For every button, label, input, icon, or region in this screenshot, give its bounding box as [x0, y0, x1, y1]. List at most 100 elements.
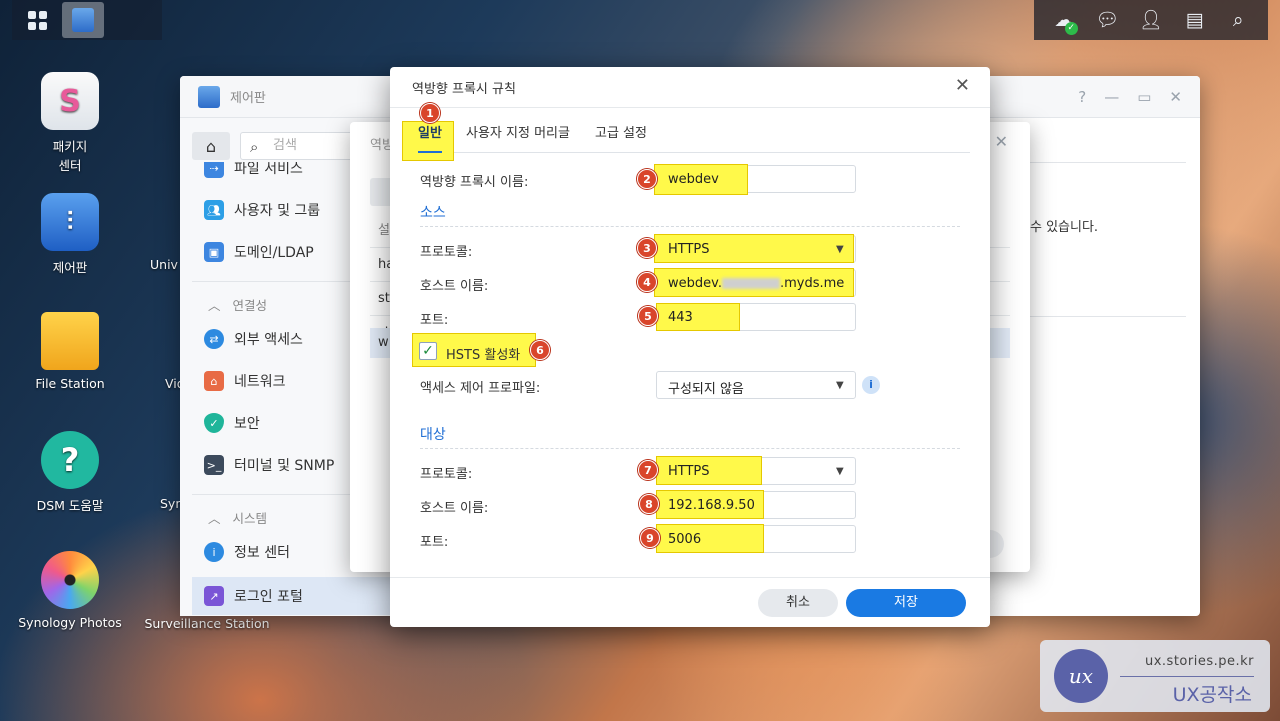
divider [420, 448, 960, 449]
desktop-icon-label: 센터 [58, 158, 82, 173]
minimize-icon[interactable]: — [1104, 88, 1119, 106]
network-icon: ⌂ [204, 371, 224, 391]
divider [1120, 676, 1254, 677]
help-icon[interactable]: ? [1078, 88, 1086, 106]
close-icon[interactable]: ✕ [955, 75, 970, 96]
search-placeholder: 검색 [273, 138, 297, 153]
tab-bar: 일반 사용자 지정 머리글 고급 설정 1 [402, 103, 970, 161]
divider [420, 226, 960, 227]
sidebar-item-label: 보안 [234, 416, 260, 432]
sidebar-item-label: 파일 서비스 [234, 162, 303, 177]
desktop-icon-partial[interactable]: Syn [160, 496, 183, 511]
widgets-icon[interactable]: ▤ [1179, 0, 1211, 40]
desktop-icon-label: 제어판 [52, 260, 88, 275]
tab-custom-header[interactable]: 사용자 지정 머리글 [466, 115, 570, 153]
step-badge: 4 [637, 272, 657, 292]
desktop-icon-surveillance-station[interactable]: Surveillance Station [142, 616, 272, 631]
desktop-icon-partial[interactable]: Univ [150, 257, 180, 272]
desktop-icon-label: Univ [150, 257, 178, 272]
watermark-logo: ux [1054, 649, 1108, 703]
watermark-url: ux.stories.pe.kr [1144, 654, 1254, 669]
sidebar-item-security[interactable]: ✓ 보안 [204, 408, 260, 438]
sidebar-item-label: 사용자 및 그룹 [234, 203, 321, 219]
desktop-icon-label: 패키지 [52, 139, 88, 154]
source-host-label: 호스트 이름: [420, 279, 489, 294]
divider [1030, 316, 1186, 317]
sidebar-item-terminal-snmp[interactable]: >_ 터미널 및 SNMP [204, 450, 334, 480]
chevron-down-icon: ▼ [836, 244, 844, 255]
step-badge: 9 [640, 528, 660, 548]
info-icon: i [204, 542, 224, 562]
section-source: 소스 [420, 205, 446, 221]
step-badge: 2 [637, 169, 657, 189]
search-icon: ⌕ [250, 138, 259, 156]
desktop-icon-control-panel[interactable]: ⫶ 제어판 [15, 193, 125, 276]
sidebar-item-network[interactable]: ⌂ 네트워크 [204, 366, 286, 396]
taskbar-control-panel[interactable] [62, 2, 104, 38]
info-icon[interactable]: i [862, 376, 880, 394]
folder-icon [41, 312, 99, 370]
close-icon[interactable]: ✕ [995, 132, 1008, 151]
sidebar-item-users-groups[interactable]: 👥︎ 사용자 및 그룹 [204, 195, 320, 225]
watermark: ux ux.stories.pe.kr UX공작소 [1040, 640, 1270, 712]
source-port-value: 443 [668, 310, 693, 325]
photos-icon [41, 551, 99, 609]
sidebar-item-label: 네트워크 [234, 374, 286, 390]
sidebar-item-file-services[interactable]: ⇢ 파일 서비스 [204, 162, 303, 178]
cloud-sync-icon[interactable]: ☁ ✓ [1048, 0, 1080, 40]
sidebar-item-external-access[interactable]: ⇄ 외부 액세스 [204, 324, 303, 354]
sidebar-item-label: 외부 액세스 [234, 332, 303, 348]
search-icon[interactable]: ⌕ [1222, 0, 1254, 40]
proxy-name-value: webdev [668, 172, 719, 187]
dest-host-label: 호스트 이름: [420, 501, 489, 516]
desktop-icon-package-center[interactable]: S 패키지 센터 [15, 72, 125, 174]
home-button[interactable]: ⌂ [192, 132, 230, 160]
sidebar-item-label: 도메인/LDAP [234, 245, 314, 261]
sidebar-item-domain-ldap[interactable]: ▣ 도메인/LDAP [204, 237, 314, 267]
sidebar-item-info-center[interactable]: i 정보 센터 [204, 537, 290, 567]
maximize-icon[interactable]: ▭ [1137, 88, 1151, 106]
taskbar-right: ☁ ✓ 💬︎ 👤︎ ▤ ⌕ [1034, 0, 1268, 40]
source-port-label: 포트: [420, 313, 449, 328]
tab-advanced[interactable]: 고급 설정 [595, 115, 647, 153]
desktop-icon-label: Surveillance Station [144, 616, 270, 631]
desktop-icon-dsm-help[interactable]: ? DSM 도움말 [15, 431, 125, 514]
description-text: 수 있습니다. [1030, 220, 1099, 235]
chevron-down-icon: ▼ [836, 466, 844, 477]
check-icon: ✓ [1064, 22, 1078, 35]
source-host-value: webdev. .myds.me [668, 276, 844, 291]
sidebar-section-system[interactable]: ︿ 시스템 [208, 508, 267, 527]
chat-icon[interactable]: 💬︎ [1091, 0, 1123, 40]
save-button[interactable]: 저장 [846, 589, 966, 617]
hsts-checkbox[interactable]: ✓ [419, 342, 437, 360]
redacted-text [721, 278, 780, 289]
close-icon[interactable]: ✕ [1169, 88, 1182, 106]
section-destination: 대상 [420, 427, 446, 443]
reverse-proxy-rule-dialog: 역방향 프록시 규칙 ✕ 일반 사용자 지정 머리글 고급 설정 1 역방향 프… [390, 67, 990, 627]
sidebar-section-connectivity[interactable]: ︿ 연결성 [208, 295, 267, 314]
control-panel-icon: ⫶ [41, 193, 99, 251]
watermark-name: UX공작소 [1172, 684, 1252, 706]
control-panel-icon [72, 8, 94, 32]
check-icon: ✓ [422, 343, 434, 359]
desktop-icon-synology-photos[interactable]: Synology Photos [15, 551, 125, 630]
domain-icon: ▣ [204, 242, 224, 262]
cancel-button[interactable]: 취소 [758, 589, 838, 617]
sidebar-item-login-portal[interactable]: ↗ 로그인 포털 [192, 577, 390, 615]
dest-port-value: 5006 [668, 532, 702, 547]
section-label: 연결성 [232, 298, 268, 313]
taskbar-left [12, 0, 162, 40]
desktop-icon-label: File Station [35, 376, 105, 391]
main-menu-button[interactable] [16, 2, 58, 38]
sidebar-item-label: 터미널 및 SNMP [234, 458, 335, 474]
external-access-icon: ⇄ [204, 329, 224, 349]
divider [390, 107, 990, 108]
user-icon[interactable]: 👤︎ [1135, 0, 1167, 40]
step-badge: 3 [637, 238, 657, 258]
source-protocol-value: HTTPS [668, 242, 710, 257]
section-label: 시스템 [232, 511, 268, 526]
access-profile-value: 구성되지 않음 [668, 382, 744, 397]
desktop-icon-file-station[interactable]: File Station [15, 312, 125, 391]
package-center-icon: S [41, 72, 99, 130]
window-title: 제어판 [230, 91, 266, 106]
